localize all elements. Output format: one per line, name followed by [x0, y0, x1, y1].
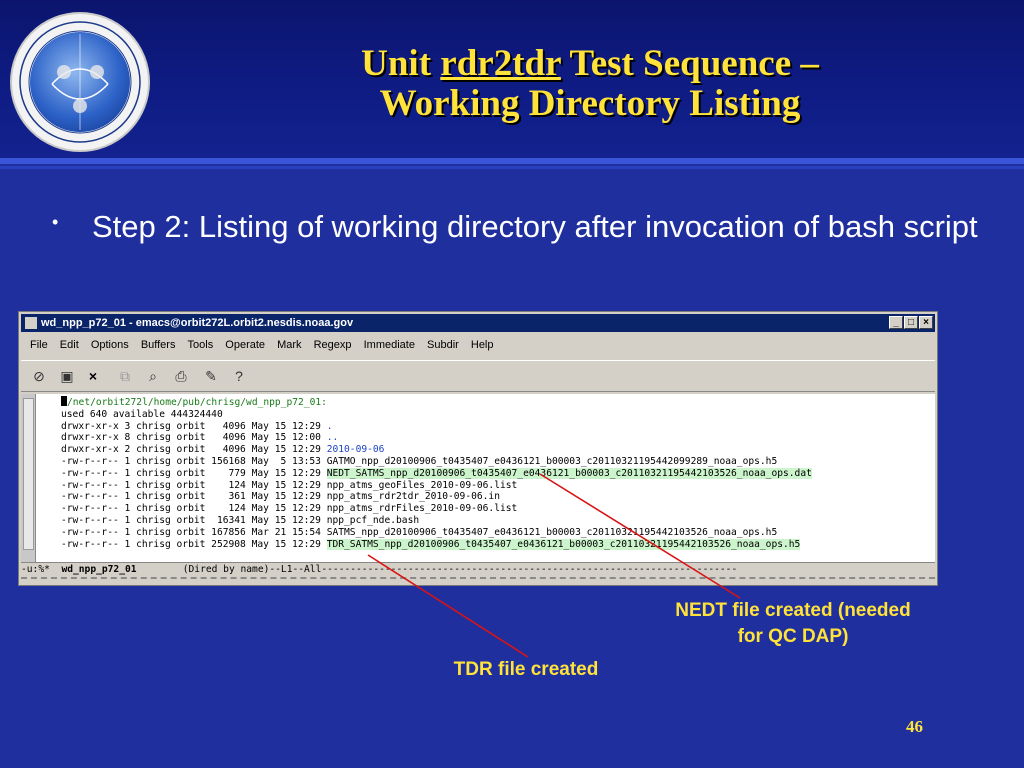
tdr-callout: TDR file created	[453, 659, 599, 680]
nedt-callout-line	[539, 473, 741, 599]
nedt-callout-line2: for QC DAP)	[737, 626, 849, 647]
page-number: 46	[906, 717, 923, 736]
tdr-callout-line	[367, 554, 529, 658]
nedt-callout: NEDT file created (needed for QC DAP)	[618, 598, 968, 650]
callout-lines	[367, 473, 741, 658]
nedt-callout-line1: NEDT file created (needed	[675, 600, 911, 621]
